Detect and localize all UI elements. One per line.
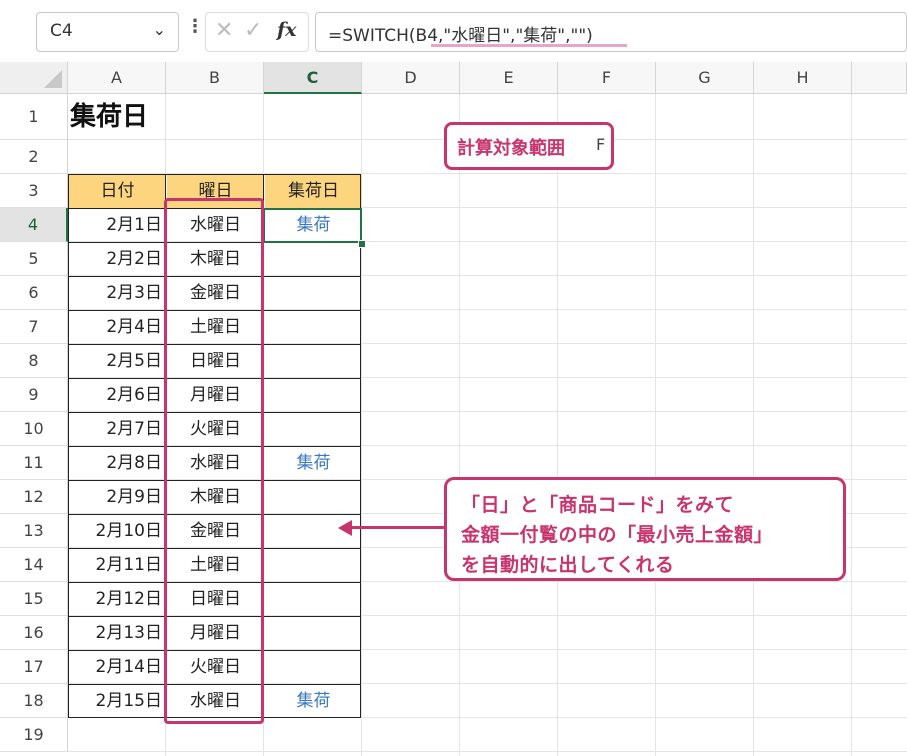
pickup-cell[interactable] xyxy=(265,651,362,684)
row-header-17[interactable]: 17 xyxy=(0,650,68,684)
date-cell[interactable]: 2月2日 xyxy=(69,243,166,276)
column-gridline xyxy=(557,94,558,756)
date-cell[interactable]: 2月6日 xyxy=(69,379,166,412)
pickup-cell[interactable] xyxy=(265,413,362,446)
arrow-left-icon xyxy=(338,520,352,536)
row-header-14[interactable]: 14 xyxy=(0,548,68,582)
pickup-cell[interactable]: 集荷 xyxy=(265,447,362,480)
column-gridline xyxy=(753,94,754,756)
date-cell[interactable]: 2月13日 xyxy=(69,617,166,650)
row-gridline xyxy=(68,751,907,752)
column-header-h[interactable]: H xyxy=(754,62,852,94)
name-box[interactable]: C4 ⌄ xyxy=(36,12,179,52)
row-gridline xyxy=(68,173,907,174)
row-header-2[interactable]: 2 xyxy=(0,140,68,174)
row-header-4[interactable]: 4 xyxy=(0,208,68,242)
header-date[interactable]: 日付 xyxy=(69,175,166,208)
date-cell[interactable]: 2月5日 xyxy=(69,345,166,378)
callout-line-2: 金額一付覧の中の「最小売上金額」 xyxy=(461,524,774,546)
cancel-icon[interactable]: ✕ xyxy=(215,18,233,43)
row-header-18[interactable]: 18 xyxy=(0,684,68,718)
column-header-a[interactable]: A xyxy=(68,62,166,94)
date-cell[interactable]: 2月8日 xyxy=(69,447,166,480)
row-header-5[interactable]: 5 xyxy=(0,242,68,276)
column-header-c[interactable]: C xyxy=(264,62,362,94)
pickup-cell[interactable] xyxy=(265,549,362,582)
pickup-cell[interactable] xyxy=(265,243,362,276)
enter-icon[interactable]: ✓ xyxy=(244,18,262,43)
callout-line-1: 「日」と「商品コード」をみて xyxy=(461,494,735,516)
select-all-icon xyxy=(44,70,62,88)
sheet-title[interactable]: 集荷日 xyxy=(70,94,148,140)
column-header-partial[interactable] xyxy=(852,62,907,94)
formula-bar: C4 ⌄ ⋮ ✕ ✓ fx =SWITCH(B4,"水曜日","集荷","") xyxy=(0,0,907,62)
date-cell[interactable]: 2月1日 xyxy=(69,209,166,242)
date-cell[interactable]: 2月12日 xyxy=(69,583,166,616)
date-cell[interactable]: 2月11日 xyxy=(69,549,166,582)
column-header-d[interactable]: D xyxy=(362,62,460,94)
date-cell[interactable]: 2月4日 xyxy=(69,311,166,344)
column-header-e[interactable]: E xyxy=(460,62,558,94)
row-header-7[interactable]: 7 xyxy=(0,310,68,344)
column-header-f[interactable]: F xyxy=(558,62,656,94)
row-header-9[interactable]: 9 xyxy=(0,378,68,412)
row-header-11[interactable]: 11 xyxy=(0,446,68,480)
pickup-cell[interactable]: 集荷 xyxy=(265,685,362,718)
column-header-b[interactable]: B xyxy=(166,62,264,94)
row-header-3[interactable]: 3 xyxy=(0,174,68,208)
select-all-button[interactable] xyxy=(0,62,68,94)
date-cell[interactable]: 2月14日 xyxy=(69,651,166,684)
weekday-range-highlight xyxy=(164,198,264,724)
insert-function-icon[interactable]: fx xyxy=(277,19,297,41)
date-cell[interactable]: 2月9日 xyxy=(69,481,166,514)
date-cell[interactable]: 2月3日 xyxy=(69,277,166,310)
row-header-8[interactable]: 8 xyxy=(0,344,68,378)
formula-buttons: ✕ ✓ fx xyxy=(205,12,309,52)
spreadsheet-grid[interactable]: ABCDEFGH 1 2 3 4 5 6 7 8 9 10 11 12 13 14 15 16 17 18 19 集… xyxy=(0,62,907,756)
date-cell[interactable]: 2月7日 xyxy=(69,413,166,446)
callout-line-3: を自動的に出してくれる xyxy=(461,554,675,576)
callout-box: 「日」と「商品コード」をみて 金額一付覧の中の「最小売上金額」 を自動的に出して… xyxy=(444,477,846,581)
name-box-value: C4 xyxy=(50,21,73,41)
column-gridline xyxy=(851,94,852,756)
column-gridline xyxy=(655,94,656,756)
pickup-cell[interactable] xyxy=(265,345,362,378)
pickup-cell[interactable] xyxy=(265,583,362,616)
row-header-13[interactable]: 13 xyxy=(0,514,68,548)
row-header-12[interactable]: 12 xyxy=(0,480,68,514)
range-label: 計算対象範囲 xyxy=(457,138,565,159)
more-options-icon[interactable]: ⋮ xyxy=(186,16,204,37)
active-cell-c4[interactable] xyxy=(263,208,362,243)
pickup-cell[interactable] xyxy=(265,379,362,412)
pickup-cell[interactable] xyxy=(265,617,362,650)
fill-handle[interactable] xyxy=(358,240,366,248)
chevron-down-icon[interactable]: ⌄ xyxy=(153,20,166,39)
callout-arrow-line xyxy=(350,526,446,529)
column-header-g[interactable]: G xyxy=(656,62,754,94)
row-header-10[interactable]: 10 xyxy=(0,412,68,446)
formula-input[interactable]: =SWITCH(B4,"水曜日","集荷","") xyxy=(315,12,907,52)
column-f-header-peek: F xyxy=(596,135,606,154)
formula-highlight-underline xyxy=(431,44,627,47)
column-gridline xyxy=(459,94,460,756)
row-header-19[interactable]: 19 xyxy=(0,718,68,752)
row-header-1[interactable]: 1 xyxy=(0,94,68,140)
pickup-cell[interactable] xyxy=(265,311,362,344)
date-cell[interactable]: 2月10日 xyxy=(69,515,166,548)
pickup-cell[interactable] xyxy=(265,277,362,310)
row-header-15[interactable]: 15 xyxy=(0,582,68,616)
row-header-16[interactable]: 16 xyxy=(0,616,68,650)
formula-text: =SWITCH(B4,"水曜日","集荷","") xyxy=(328,26,593,46)
pickup-cell[interactable] xyxy=(265,481,362,514)
date-cell[interactable]: 2月15日 xyxy=(69,685,166,718)
header-pickup[interactable]: 集荷日 xyxy=(265,175,362,208)
row-header-6[interactable]: 6 xyxy=(0,276,68,310)
range-label-box: 計算対象範囲 F xyxy=(444,122,614,170)
